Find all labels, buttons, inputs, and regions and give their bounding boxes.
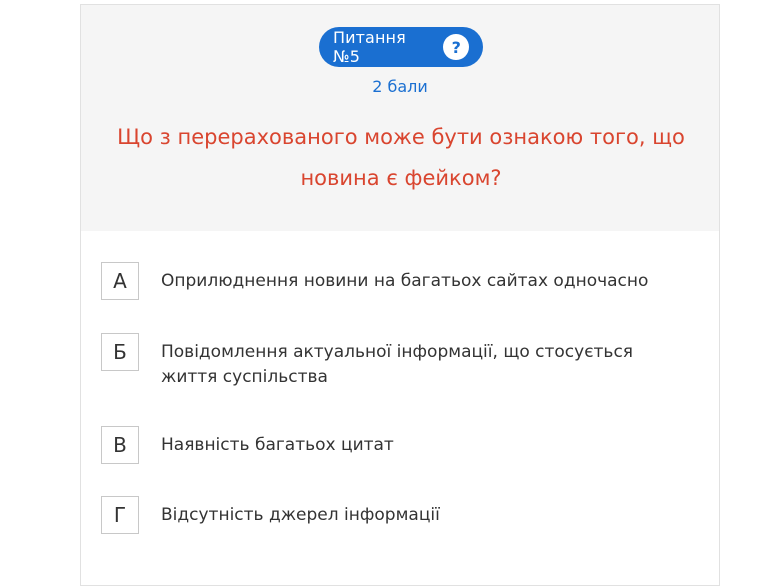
answer-text[interactable]: Оприлюднення новини на багатьох сайтах о… <box>161 269 681 294</box>
answer-option-c[interactable]: В Наявність багатьох цитат <box>101 426 701 464</box>
answer-text[interactable]: Наявність багатьох цитат <box>161 433 681 458</box>
answer-text[interactable]: Повідомлення актуальної інформації, що с… <box>161 340 681 390</box>
answer-option-a[interactable]: А Оприлюднення новини на багатьох сайтах… <box>101 262 701 300</box>
answer-letter-box[interactable]: Г <box>101 496 139 534</box>
question-header: Питання №5 ? 2 бали Що з перерахованого … <box>81 5 719 231</box>
answer-letter-box[interactable]: В <box>101 426 139 464</box>
question-number-badge: Питання №5 ? <box>319 27 483 67</box>
answer-text[interactable]: Відсутність джерел інформації <box>161 503 681 528</box>
question-text: Що з перерахованого може бути ознакою то… <box>117 125 685 190</box>
question-points: 2 бали <box>372 77 428 96</box>
answer-option-d[interactable]: Г Відсутність джерел інформації <box>101 496 701 534</box>
help-icon[interactable]: ? <box>443 34 469 60</box>
quiz-card: Питання №5 ? 2 бали Що з перерахованого … <box>80 4 720 586</box>
answer-letter-box[interactable]: Б <box>101 333 139 371</box>
question-number-label: Питання №5 <box>333 28 406 66</box>
answer-option-b[interactable]: Б Повідомлення актуальної інформації, що… <box>101 333 701 390</box>
answer-letter-box[interactable]: А <box>101 262 139 300</box>
